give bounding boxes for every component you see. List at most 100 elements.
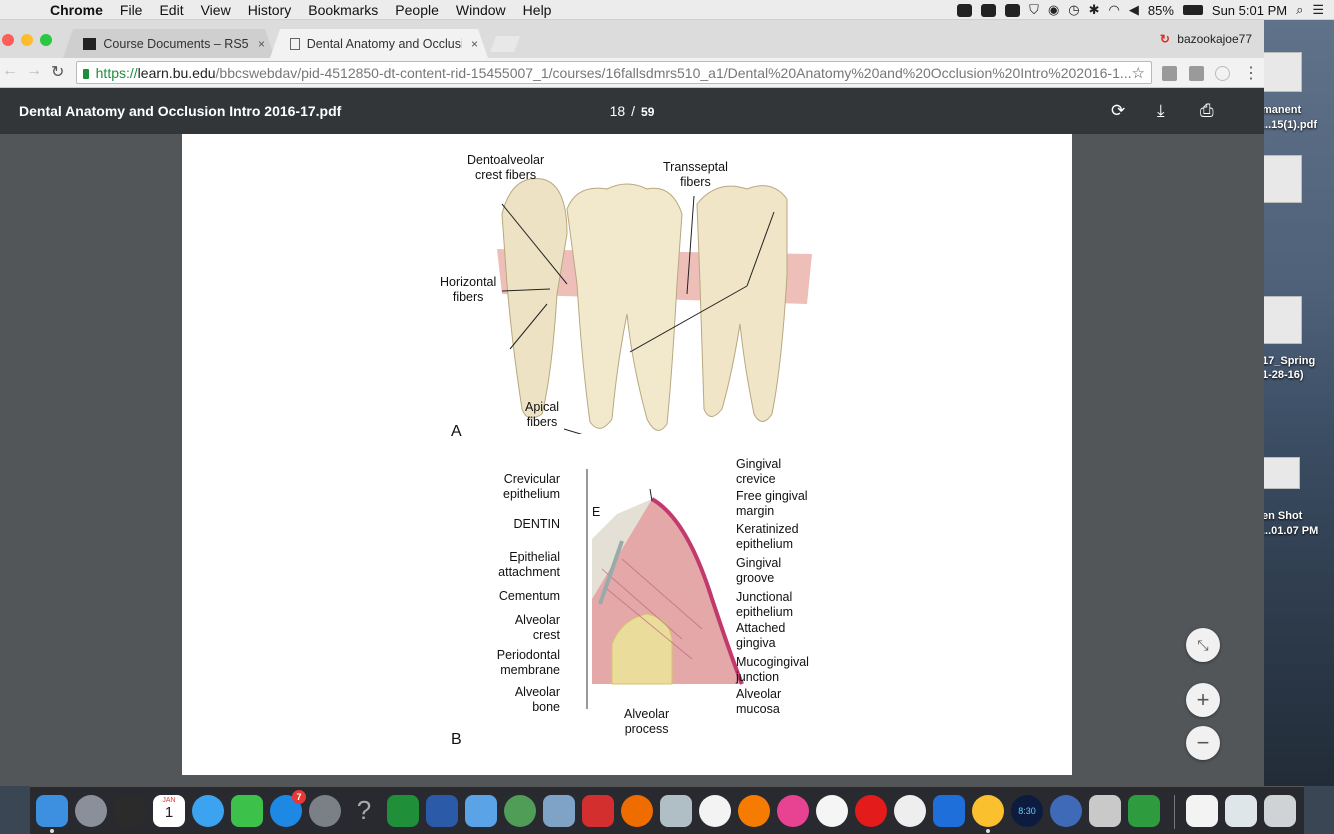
- desktop-spreadsheet-icon[interactable]: [1262, 296, 1302, 344]
- launchpad-icon[interactable]: [75, 795, 107, 827]
- messages-icon[interactable]: [192, 795, 224, 827]
- contacts-icon[interactable]: [465, 795, 497, 827]
- desktop-screenshot-icon[interactable]: [1262, 457, 1300, 489]
- wifi-icon[interactable]: ◠: [1109, 2, 1120, 18]
- pdf-viewer[interactable]: Dentoalveolar crest fibers Transseptal f…: [0, 134, 1264, 786]
- profile-name: bazookajoe77: [1177, 32, 1252, 46]
- zoom-in-button[interactable]: +: [1186, 683, 1220, 717]
- url-path: /bbcswebdav/pid-4512850-dt-content-rid-1…: [215, 64, 1132, 81]
- evernote-status-icon[interactable]: [957, 3, 973, 17]
- opera-icon[interactable]: [855, 795, 887, 827]
- label-cementum: Cementum: [498, 589, 560, 603]
- close-tab-icon[interactable]: ×: [258, 37, 265, 51]
- page-number-input[interactable]: 18: [610, 103, 626, 119]
- minimize-window-button[interactable]: [21, 34, 33, 46]
- menubar-clock[interactable]: Sun 5:01 PM: [1212, 3, 1287, 18]
- clock-app-time: 8:30: [1018, 806, 1036, 816]
- menu-help[interactable]: Help: [523, 2, 552, 18]
- pdf-page: Dentoalveolar crest fibers Transseptal f…: [182, 134, 1072, 775]
- tab-title: Dental Anatomy and Occlusion: [306, 36, 462, 51]
- extension-a-icon[interactable]: [1162, 66, 1177, 81]
- zoom-window-button[interactable]: [40, 34, 52, 46]
- time-machine-icon[interactable]: ◷: [1068, 2, 1079, 18]
- excel-icon[interactable]: [387, 795, 419, 827]
- profile-button[interactable]: ↻ bazookajoe77: [1160, 32, 1252, 46]
- bluetooth-icon[interactable]: ✱: [1089, 2, 1100, 18]
- evernote-icon[interactable]: [1128, 795, 1160, 827]
- downloads-stack-icon[interactable]: [1225, 795, 1257, 827]
- camera-status-icon[interactable]: [1005, 3, 1021, 17]
- rotate-icon[interactable]: ⟳: [1111, 101, 1125, 121]
- powerpoint-icon[interactable]: [582, 795, 614, 827]
- finder-icon[interactable]: [36, 795, 68, 827]
- label-dentoalveolar-crest-fibers: Dentoalveolar crest fibers: [467, 153, 545, 182]
- new-tab-button[interactable]: [490, 36, 520, 52]
- notification-status-icon[interactable]: [981, 3, 997, 17]
- menu-view[interactable]: View: [201, 2, 231, 18]
- calendar-day: 1: [164, 804, 174, 821]
- network-icon[interactable]: [504, 795, 536, 827]
- bookmark-star-icon[interactable]: ☆: [1132, 64, 1145, 82]
- shield-icon[interactable]: ⛉: [1029, 2, 1039, 18]
- back-arrow-icon[interactable]: ←: [2, 62, 18, 80]
- blackboard-favicon-icon: [83, 38, 96, 50]
- battery-icon[interactable]: [1182, 5, 1203, 15]
- menu-people[interactable]: People: [395, 2, 439, 18]
- firefox-icon[interactable]: [621, 795, 653, 827]
- game-icon[interactable]: [894, 795, 926, 827]
- volume-icon[interactable]: ◀: [1129, 2, 1139, 18]
- spotlight-search-icon[interactable]: ⌕: [1296, 2, 1303, 18]
- fit-to-page-button[interactable]: ⤡: [1186, 628, 1220, 662]
- menu-file[interactable]: File: [120, 2, 143, 18]
- desktop-label: manent: [1262, 104, 1302, 116]
- automator-icon[interactable]: [1089, 795, 1121, 827]
- photos-icon[interactable]: [699, 795, 731, 827]
- notes-list-icon[interactable]: [933, 795, 965, 827]
- help-icon[interactable]: ?: [348, 795, 380, 827]
- documents-stack-icon[interactable]: [1186, 795, 1218, 827]
- menu-bookmarks[interactable]: Bookmarks: [308, 2, 378, 18]
- menu-window[interactable]: Window: [456, 2, 506, 18]
- zoom-out-button[interactable]: −: [1186, 726, 1220, 760]
- facetime-icon[interactable]: [231, 795, 263, 827]
- word-icon[interactable]: [426, 795, 458, 827]
- label-horizontal-fibers: Horizontal fibers: [440, 275, 497, 304]
- extension-download-icon[interactable]: [1215, 66, 1230, 81]
- system-preferences-icon[interactable]: [309, 795, 341, 827]
- notification-center-icon[interactable]: ☰: [1312, 2, 1324, 18]
- menu-app-name[interactable]: Chrome: [50, 2, 103, 18]
- label-alveolar-mucosa: Alveolar mucosa: [736, 687, 782, 716]
- lock-icon: [83, 68, 89, 79]
- tab-course-documents[interactable]: Course Documents – RS510 A ×: [63, 29, 275, 58]
- close-tab-icon[interactable]: ×: [471, 37, 478, 51]
- photo-viewer-icon[interactable]: [660, 795, 692, 827]
- address-bar[interactable]: https:// learn.bu.edu /bbcswebdav/pid-45…: [76, 61, 1152, 84]
- itunes-icon[interactable]: [777, 795, 809, 827]
- forward-arrow-icon[interactable]: →: [26, 62, 42, 80]
- menu-edit[interactable]: Edit: [159, 2, 183, 18]
- close-window-button[interactable]: [2, 34, 14, 46]
- desktop-wallpaper: [1264, 20, 1334, 786]
- preview-icon[interactable]: [543, 795, 575, 827]
- ibooks-icon[interactable]: [738, 795, 770, 827]
- tab-dental-anatomy[interactable]: Dental Anatomy and Occlusion ×: [270, 29, 488, 58]
- desktop-file-icon[interactable]: [1262, 155, 1302, 203]
- menu-history[interactable]: History: [248, 2, 292, 18]
- desktop-file-icon[interactable]: [1262, 52, 1302, 92]
- dock: JAN 1 7 ? 8:30: [30, 786, 1304, 834]
- clock-app-icon[interactable]: 8:30: [1011, 795, 1043, 827]
- pdf-toolbar: Dental Anatomy and Occlusion Intro 2016-…: [0, 88, 1264, 134]
- reload-icon[interactable]: ↻: [51, 62, 64, 82]
- dictionary-icon[interactable]: [816, 795, 848, 827]
- print-icon[interactable]: ⎙: [1200, 101, 1214, 121]
- safari-icon[interactable]: [1050, 795, 1082, 827]
- desktop-label: 17_Spring: [1262, 355, 1316, 367]
- trash-icon[interactable]: [1264, 795, 1296, 827]
- download-icon[interactable]: ⤓: [1157, 101, 1165, 121]
- mission-control-icon[interactable]: [114, 795, 146, 827]
- chrome-icon[interactable]: [972, 795, 1004, 827]
- extension-info-icon[interactable]: [1189, 66, 1204, 81]
- creative-cloud-icon[interactable]: ◉: [1048, 2, 1059, 18]
- chrome-menu-icon[interactable]: ⋮: [1243, 63, 1259, 83]
- calendar-icon[interactable]: JAN 1: [153, 795, 185, 827]
